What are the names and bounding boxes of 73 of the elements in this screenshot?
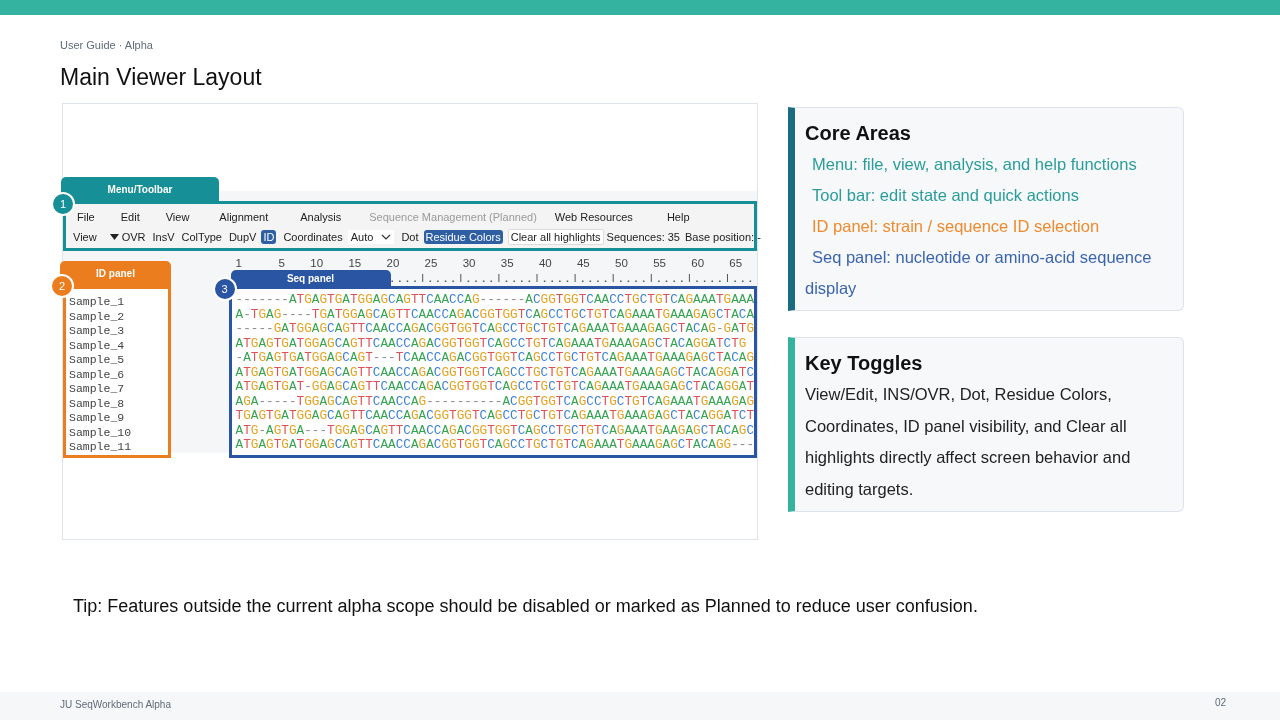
sample-id[interactable]: Sample_1 xyxy=(69,295,125,310)
slide-title: Main Viewer Layout xyxy=(60,64,262,91)
sequence-row: ATGAGTGATGGAGCAGTTCAACCAGACGGTGGTCAGCCTGTCAGAAATGAAAGAGCTACAGGATCTG xyxy=(235,336,747,351)
card-item: Seq panel: nucleotide or amino-acid sequence display xyxy=(805,247,1153,299)
menu-item[interactable]: Analysis xyxy=(298,211,344,223)
toggle-button[interactable]: DupV xyxy=(226,230,259,244)
page-number: 02 xyxy=(1214,697,1226,708)
sample-id[interactable]: Sample_4 xyxy=(69,338,125,353)
footer-text: JU SeqWorkbench Alpha xyxy=(60,699,171,710)
ruler-number: 5 xyxy=(277,257,285,269)
menu-item[interactable]: View xyxy=(163,211,192,223)
sample-id[interactable]: Sample_7 xyxy=(69,382,125,397)
ruler-number: 45 xyxy=(575,257,590,269)
ruler-number: 55 xyxy=(652,257,666,269)
sequence-row: ATGAGTGAT-GGAGCAGTTCAACCAGACGGTGGTCAGCCTGCTGTCAGAAATGAAAGAGCTACAGGAT xyxy=(235,380,754,395)
sample-id[interactable]: Sample_8 xyxy=(69,396,125,411)
status-text: Base position: - xyxy=(685,230,761,244)
ruler-number: 25 xyxy=(423,257,438,269)
toggle-button[interactable]: ColType xyxy=(179,230,224,244)
sample-id[interactable]: Sample_6 xyxy=(69,367,125,382)
menu-item[interactable]: File xyxy=(75,211,97,223)
sequence-row: TGAGTGATGGAGCAGTTCAACCAGACGGTGGTCAGCCTGCTGTCAGAAATGAAAGAGCTACAGGATCT xyxy=(235,409,754,424)
menu-item[interactable]: Help xyxy=(664,211,692,223)
toggle-button[interactable]: InsV xyxy=(150,230,177,244)
sequence-row: -----GATGGAGCAGTTCAACCAGACGGTGGTCAGCCTGCTGTCAGAAATGAAAGAGCTACAG-GATG xyxy=(235,322,754,337)
card-text: View/Edit, INS/OVR, Dot, Residue Colors, Coordinates, ID panel visibility, and Clear all highlights directly affect screen behavior and editing targets. xyxy=(805,384,1132,500)
sequence-row: -ATGAGTGATGGAGCAGT---TCAACCAGACGGTGGTCAGCCTGCTGTCAGAAATGAAAGAGCTACAG xyxy=(235,351,754,366)
toggle-button[interactable]: ID xyxy=(261,230,277,244)
toggle-button[interactable]: Coordinates xyxy=(281,230,345,244)
ruler-number: 30 xyxy=(461,257,476,269)
breadcrumb: User Guide · Alpha xyxy=(60,39,153,51)
toggle-button[interactable]: Dot xyxy=(399,230,421,244)
ruler-number: 50 xyxy=(614,257,628,269)
card-item: Menu: file, view, analysis, and help functions xyxy=(811,154,1137,175)
card-heading: Key Toggles xyxy=(805,352,923,375)
select-field[interactable]: Auto xyxy=(347,230,395,244)
sample-id[interactable]: Sample_3 xyxy=(69,324,125,339)
callout-number: 2 xyxy=(50,274,74,298)
sequence-row: ATGAGTGATGGAGCAGTTCAACCAGACGGTGGTCAGCCTGCTGTCAGAAATGAAAGAGCTACAGGATC xyxy=(235,365,754,380)
toggle-button[interactable]: OVR xyxy=(119,230,148,244)
tip-text: Tip: Features outside the current alpha scope should be disabled or marked as Planned to reduce user confusion. xyxy=(73,596,978,616)
ruler-number: 15 xyxy=(347,257,362,269)
status-text: Sequences: 35 xyxy=(606,230,680,244)
ruler-number: 35 xyxy=(499,257,514,269)
sample-id[interactable]: Sample_9 xyxy=(69,411,125,426)
menu-item[interactable]: Edit xyxy=(118,211,142,223)
view-dropdown[interactable]: View xyxy=(73,231,119,243)
card-item: ID panel: strain / sequence ID selection xyxy=(811,216,1100,237)
toggle-button[interactable]: Residue Colors xyxy=(423,230,503,244)
menu-item[interactable]: Web Resources xyxy=(552,211,635,223)
sequence-row: AGA-----TGGAGCAGTTCAACCAG----------ACGGTGGTCAGCCTGCTGTCAGAAATGAAAGAG xyxy=(235,394,754,409)
sequence-row: ATGAGTGATGGAGCAGTTCAACCAGACGGTGGTCAGCCTGCTGTCAGAAATGAAAGAGCTACAGG--- xyxy=(235,438,754,453)
caret-icon xyxy=(109,234,119,240)
sequence-row: ATG-AGTGA---TGGAGCAGTTCAACCAGACGGTGGTCAGCCTGCTGTCAGAAATGAAGAGCTACAGC xyxy=(235,423,754,438)
sequence-row: -------ATGAGTGATGGAGCAGTTCAACCAG------ACGGTGGTCAACCTGCTGTCAGAAATGAAA xyxy=(235,293,754,308)
ruler-number: 60 xyxy=(690,257,705,269)
menu-item[interactable]: Alignment xyxy=(217,211,271,223)
sample-id[interactable]: Sample_11 xyxy=(69,440,132,455)
ruler-number: 65 xyxy=(728,257,743,269)
sample-id[interactable]: Sample_5 xyxy=(69,353,125,368)
clear-highlights-button[interactable]: Clear all highlights xyxy=(507,229,604,245)
ruler-number: 40 xyxy=(537,257,552,269)
sample-id[interactable]: Sample_2 xyxy=(69,309,125,324)
card-item: Tool bar: edit state and quick actions xyxy=(811,185,1079,206)
callout-number: 3 xyxy=(212,277,237,301)
sequence-row: A-TGAG----TGATGGAGCAGTTCAACCAGACGGTGGTCAGCCTGCTGTCAGAAATGAAAGAGCTACA xyxy=(235,307,754,322)
ruler-number: 1 xyxy=(235,257,243,269)
sample-id[interactable]: Sample_10 xyxy=(69,425,132,440)
ruler-number: 20 xyxy=(385,257,400,269)
ruler-number: 10 xyxy=(309,257,324,269)
card-heading: Core Areas xyxy=(805,122,911,145)
callout-number: 1 xyxy=(51,192,75,216)
chevron-icon xyxy=(381,234,392,240)
